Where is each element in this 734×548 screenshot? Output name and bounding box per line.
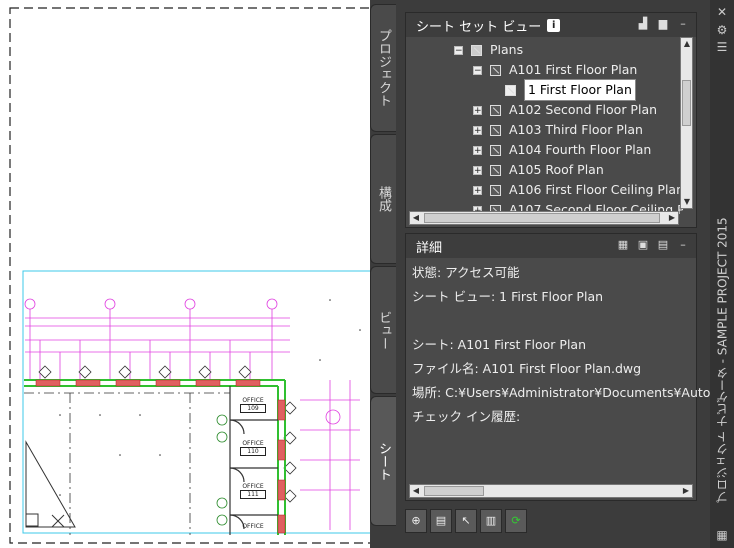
tree-horizontal-scrollbar[interactable]: ◀ ▶: [409, 211, 679, 225]
tree-item-sheet[interactable]: + A102 Second Floor Plan: [473, 100, 657, 120]
add-subset-icon[interactable]: ▤: [430, 509, 452, 533]
sheet-toolbar: ⊕ ▤ ↖ ▥ ⟳: [405, 507, 527, 535]
sheet-icon: [490, 104, 501, 116]
tree-item-plans[interactable]: − Plans: [454, 45, 523, 60]
office-tag: OFFICE 109: [240, 397, 266, 413]
palette-icon: ▦: [716, 528, 728, 542]
office-number: 111: [240, 490, 266, 499]
expand-icon[interactable]: +: [473, 145, 482, 155]
floor-plan-drawing: [9, 7, 396, 544]
tree-item-sheet[interactable]: − A101 First Floor Plan: [473, 60, 637, 80]
collapse-icon[interactable]: −: [454, 45, 463, 55]
scroll-thumb[interactable]: [682, 80, 691, 126]
tree-item-sheet[interactable]: + A105 Roof Plan: [473, 160, 604, 180]
scroll-down-icon[interactable]: ▼: [681, 196, 693, 208]
publish-icon[interactable]: ▟: [636, 17, 650, 31]
scroll-thumb[interactable]: [424, 213, 660, 223]
tree-item-sheet[interactable]: + A103 Third Floor Plan: [473, 120, 643, 140]
properties-menu-icon[interactable]: ☰: [715, 40, 729, 54]
minimize-icon[interactable]: –: [676, 238, 690, 252]
sheet-icon: [490, 124, 501, 136]
details-horizontal-scrollbar[interactable]: ◀ ▶: [409, 484, 693, 498]
sheet-icon: [490, 64, 501, 76]
detail-status: 状態: アクセス可能: [412, 265, 520, 280]
office-tag: OFFICE 110: [240, 440, 266, 456]
sheet-icon: [490, 164, 501, 176]
detail-file-name: ファイル名: A101 First Floor Plan.dwg: [412, 361, 642, 376]
add-sheet-icon[interactable]: ⊕: [405, 509, 427, 533]
detail-location: 場所: C:¥Users¥Administrator¥Documents¥Aut…: [412, 385, 719, 400]
expand-icon[interactable]: +: [473, 105, 482, 115]
minimize-icon[interactable]: –: [676, 17, 690, 31]
collapse-icon[interactable]: −: [473, 65, 482, 75]
details-view-icon[interactable]: ▣: [636, 238, 650, 252]
palette-title: プロジェクト ナビゲータ - SAMPLE PROJECT 2015: [715, 217, 730, 503]
office-number: 109: [240, 404, 266, 413]
tree-item-view[interactable]: 1 First Floor Plan: [505, 79, 636, 101]
expand-icon[interactable]: +: [473, 125, 482, 135]
detail-sheet-view: シート ビュー: 1 First Floor Plan: [412, 289, 604, 304]
preview-icon[interactable]: ▦: [616, 238, 630, 252]
expand-icon[interactable]: +: [473, 165, 482, 175]
tree-item-label-selected: 1 First Floor Plan: [524, 79, 636, 101]
scroll-up-icon[interactable]: ▲: [681, 38, 693, 50]
details-panel: 詳細 ▦ ▣ ▤ – 状態: アクセス可能 シート ビュー: 1 First F…: [405, 233, 718, 501]
tab-views[interactable]: ビュー: [370, 266, 396, 394]
tree-item-label: A101 First Floor Plan: [509, 62, 638, 77]
tree-item-label: A102 Second Floor Plan: [509, 102, 658, 117]
sheet-set-view-panel: シート セット ビュー i ▟ ▆ – − Plans − A101 First…: [405, 12, 697, 228]
details-header: 詳細 ▦ ▣ ▤ –: [406, 234, 696, 258]
sheet-set-view-title: シート セット ビュー: [416, 19, 542, 35]
scroll-left-icon[interactable]: ◀: [410, 485, 422, 497]
office-label: OFFICE: [242, 440, 264, 447]
office-label: OFFICE: [242, 397, 264, 404]
sheet-view-icon: [505, 84, 516, 96]
tree-item-label: A105 Roof Plan: [509, 162, 604, 177]
tree-item-label: A106 First Floor Ceiling Plan: [509, 182, 683, 197]
scroll-right-icon[interactable]: ▶: [680, 485, 692, 497]
close-icon[interactable]: ✕: [715, 5, 729, 19]
tab-constructs-label: 構成: [376, 186, 391, 212]
tab-sheets-label: シート: [376, 441, 391, 481]
scroll-thumb[interactable]: [424, 486, 484, 496]
office-label: OFFICE: [242, 523, 264, 530]
palette-tabs: プロジェクト 構成 ビュー シート: [370, 0, 396, 548]
tab-sheets[interactable]: シート: [370, 396, 396, 526]
office-tag: OFFICE: [240, 523, 266, 530]
office-number: 110: [240, 447, 266, 456]
scroll-left-icon[interactable]: ◀: [410, 212, 422, 224]
select-icon[interactable]: ↖: [455, 509, 477, 533]
detail-sheet: シート: A101 First Floor Plan: [412, 337, 587, 352]
tree-item-label: A103 Third Floor Plan: [509, 122, 643, 137]
tab-project-label: プロジェクト: [376, 29, 391, 107]
drawing-canvas[interactable]: OFFICE 109 OFFICE 110 OFFICE 111 OFFICE: [0, 0, 400, 548]
tree-item-label: A104 Fourth Floor Plan: [509, 142, 652, 157]
detail-checkin-history: チェック イン履歴:: [412, 409, 521, 424]
palette-title-bar: ✕ ⚙ ☰ プロジェクト ナビゲータ - SAMPLE PROJECT 2015…: [710, 0, 734, 548]
sheet-tree[interactable]: − Plans − A101 First Floor Plan 1 First …: [409, 45, 683, 223]
office-tag: OFFICE 111: [240, 483, 266, 499]
tab-project[interactable]: プロジェクト: [370, 4, 396, 132]
scroll-right-icon[interactable]: ▶: [666, 212, 678, 224]
sheet-set-view-header: シート セット ビュー i ▟ ▆ –: [406, 13, 696, 37]
details-title: 詳細: [416, 240, 443, 256]
sheet-icon: [490, 184, 501, 196]
tree-item-label: Plans: [490, 45, 524, 57]
tab-views-label: ビュー: [376, 310, 391, 350]
tree-item-sheet[interactable]: + A104 Fourth Floor Plan: [473, 140, 651, 160]
folder-icon[interactable]: ▆: [656, 17, 670, 31]
autohide-icon[interactable]: ⚙: [715, 23, 729, 37]
sheet-icon: [490, 144, 501, 156]
subset-icon: [471, 45, 482, 56]
tree-item-sheet[interactable]: + A106 First Floor Ceiling Plan: [473, 180, 683, 200]
refresh-icon[interactable]: ⟳: [505, 509, 527, 533]
tree-vertical-scrollbar[interactable]: ▲ ▼: [680, 37, 693, 209]
properties-icon[interactable]: ▥: [480, 509, 502, 533]
tab-constructs[interactable]: 構成: [370, 134, 396, 264]
refresh-preview-icon[interactable]: ▤: [656, 238, 670, 252]
info-icon[interactable]: i: [547, 18, 561, 32]
office-label: OFFICE: [242, 483, 264, 490]
expand-icon[interactable]: +: [473, 185, 482, 195]
